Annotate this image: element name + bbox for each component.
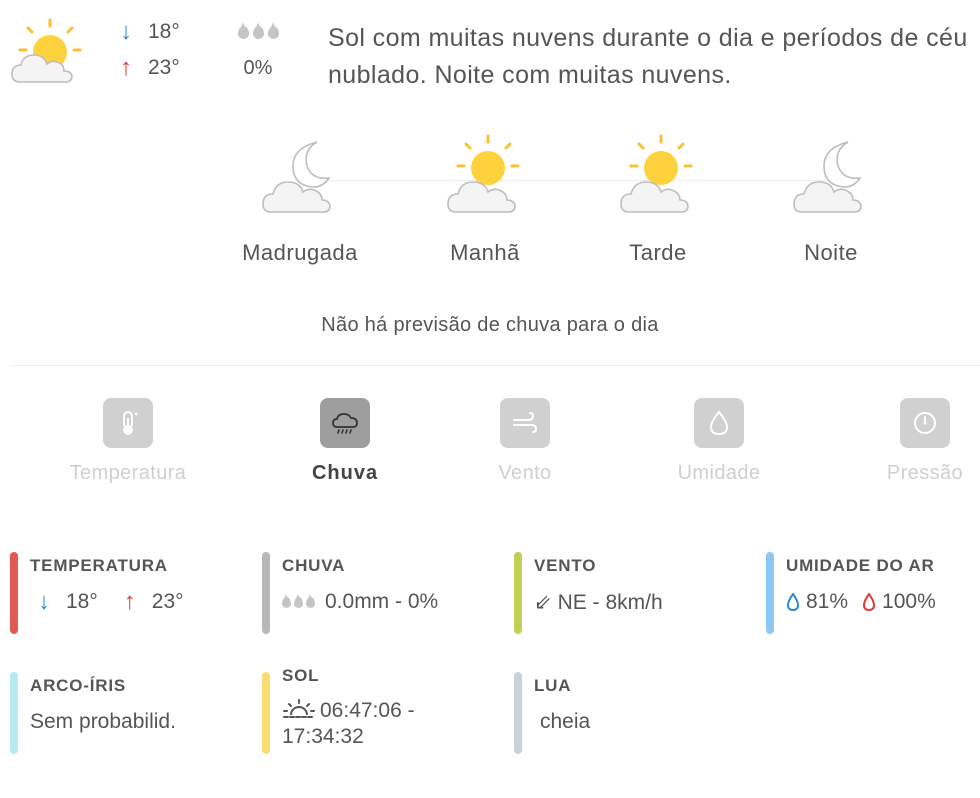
card-temperatura: TEMPERATURA ↓ 18° ↑ 23° <box>10 552 250 636</box>
card-title: VENTO <box>534 556 597 575</box>
period-tarde: Tarde <box>588 130 728 266</box>
period-madrugada: Madrugada <box>230 130 370 266</box>
card-color-bar <box>10 552 18 634</box>
moon-cloud-icon <box>793 141 862 213</box>
card-color-bar <box>514 552 522 634</box>
tab-umidade[interactable]: Umidade <box>629 398 809 485</box>
sunrise-icon <box>283 699 315 718</box>
arrow-up-icon: ↑ <box>123 588 136 615</box>
max-temperature-value: 23° <box>151 590 184 613</box>
card-value: 81% 100% <box>786 590 936 614</box>
card-value: 0.0mm - 0% <box>282 590 438 614</box>
rain-drops-icon <box>228 14 288 50</box>
wind-icon <box>500 398 550 448</box>
card-title: CHUVA <box>282 556 346 575</box>
tab-temperatura[interactable]: Temperatura <box>38 398 218 485</box>
period-label: Manhã <box>450 240 520 265</box>
max-humidity-value: 100% <box>882 590 936 613</box>
tab-label: Pressão <box>886 462 964 484</box>
card-arco-iris: ARCO-ÍRIS Sem probabilid. <box>10 672 250 756</box>
forecast-description: Sol com muitas nuvens durante o dia e pe… <box>328 24 968 89</box>
gauge-icon <box>900 398 950 448</box>
section-divider <box>10 365 980 366</box>
card-title: ARCO-ÍRIS <box>30 676 126 695</box>
max-temperature-value: 23° <box>148 56 180 79</box>
tab-label: Vento <box>498 462 552 484</box>
min-temperature-value: 18° <box>66 590 98 613</box>
min-temperature: ↓ 18° <box>120 14 210 50</box>
card-chuva: CHUVA 0.0mm - 0% <box>262 552 502 636</box>
card-value: cheia <box>540 710 591 733</box>
card-color-bar <box>262 672 270 754</box>
min-humidity-value: 81% <box>806 590 849 613</box>
tab-label: Temperatura <box>69 462 187 484</box>
rain-amount-value: 0.0mm - 0% <box>325 590 439 613</box>
min-temperature-value: 18° <box>148 20 180 43</box>
card-sol: SOL 06:47:06 - 17:34:32 <box>262 662 502 762</box>
card-value: ⇙ NE - 8km/h <box>534 590 663 615</box>
sun-cloud-icon <box>620 134 693 213</box>
period-label: Noite <box>804 240 858 265</box>
period-label: Tarde <box>629 240 687 265</box>
no-rain-message: Não há previsão de chuva para o dia <box>321 314 659 336</box>
tab-label: Umidade <box>677 462 761 484</box>
rain-drops-icon <box>282 593 315 608</box>
card-value: 06:47:06 - 17:34:32 <box>282 698 482 750</box>
tab-label: Chuva <box>311 462 379 484</box>
card-value: ↓ 18° ↑ 23° <box>38 590 184 614</box>
sun-cloud-icon <box>447 134 520 213</box>
period-noite: Noite <box>761 130 901 266</box>
period-label: Madrugada <box>242 240 358 265</box>
card-color-bar <box>514 672 522 754</box>
thermometer-icon <box>103 398 153 448</box>
card-title: TEMPERATURA <box>30 556 168 575</box>
wind-direction-arrow-icon: ⇙ <box>534 591 552 614</box>
card-color-bar <box>262 552 270 634</box>
card-title: UMIDADE DO AR <box>786 556 935 575</box>
arrow-down-icon: ↓ <box>120 18 132 45</box>
drop-icon <box>786 593 800 611</box>
day-periods: Madrugada Manhã Tarde Noite <box>230 130 920 280</box>
card-value: Sem probabilid. <box>30 710 176 733</box>
rain-cloud-icon <box>320 398 370 448</box>
card-vento: VENTO ⇙ NE - 8km/h <box>514 552 754 636</box>
card-title: SOL <box>282 666 320 685</box>
arrow-down-icon: ↓ <box>38 588 50 615</box>
rain-probability-value: 0% <box>243 57 273 79</box>
day-summary: ↓ 18° ↑ 23° 0% Sol com muitas nuvens dur… <box>0 0 980 110</box>
rain-probability: 0% <box>228 14 288 86</box>
drop-icon <box>694 398 744 448</box>
card-title: LUA <box>534 676 572 695</box>
tab-chuva[interactable]: Chuva <box>255 398 435 485</box>
tab-vento[interactable]: Vento <box>435 398 615 485</box>
card-color-bar <box>766 552 774 634</box>
drop-icon <box>863 593 876 611</box>
temperature-range: ↓ 18° ↑ 23° <box>120 14 210 86</box>
period-manha: Manhã <box>415 130 555 266</box>
moon-cloud-icon <box>262 141 331 213</box>
card-color-bar <box>10 672 18 754</box>
tab-pressao[interactable]: Pressão <box>835 398 980 485</box>
wind-value: NE - 8km/h <box>557 590 663 614</box>
card-lua: LUA cheia <box>514 672 754 756</box>
sun-cloud-icon <box>11 18 82 83</box>
card-umidade: UMIDADE DO AR 81% 100% <box>766 552 980 636</box>
max-temperature: ↑ 23° <box>120 50 210 86</box>
arrow-up-icon: ↑ <box>120 54 132 81</box>
